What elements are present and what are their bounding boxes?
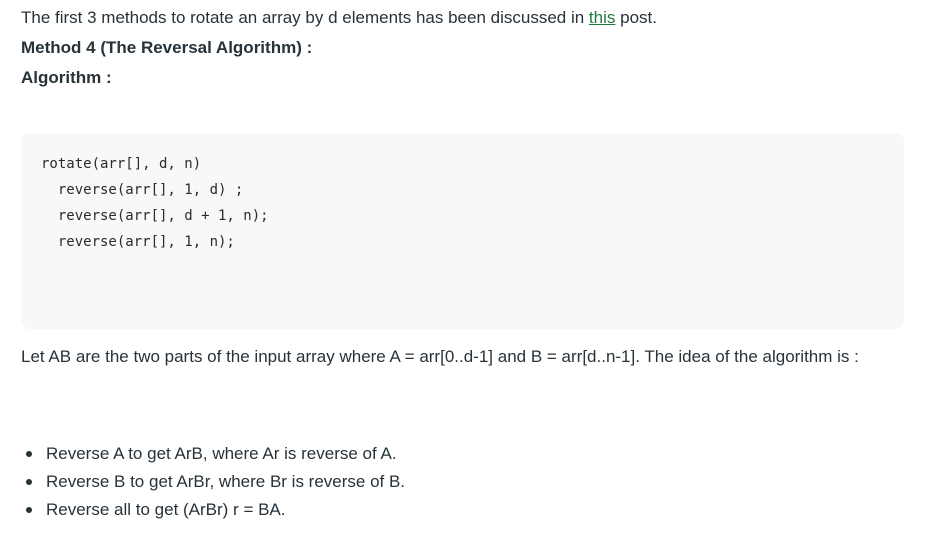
bullet-icon (26, 479, 32, 485)
code-line: reverse(arr[], 1, d) ; (41, 182, 244, 198)
steps-list: Reverse A to get ArB, where Ar is revers… (21, 440, 405, 524)
bullet-icon (26, 507, 32, 513)
list-item: Reverse B to get ArBr, where Br is rever… (21, 468, 405, 496)
list-item-text: Reverse all to get (ArBr) r = BA. (46, 500, 286, 519)
article-content: The first 3 methods to rotate an array b… (0, 0, 939, 541)
this-post-link[interactable]: this (589, 8, 615, 27)
code-line: rotate(arr[], d, n) (41, 156, 202, 172)
list-item-text: Reverse A to get ArB, where Ar is revers… (46, 444, 397, 463)
list-item: Reverse A to get ArB, where Ar is revers… (21, 440, 405, 468)
code-line: reverse(arr[], d + 1, n); (41, 208, 269, 224)
intro-sentence: The first 3 methods to rotate an array b… (21, 8, 657, 28)
intro-text-after-link: post. (615, 8, 657, 27)
bullet-icon (26, 451, 32, 457)
intro-text-before-link: The first 3 methods to rotate an array b… (21, 8, 589, 27)
method-heading: Method 4 (The Reversal Algorithm) : (21, 38, 313, 57)
list-item-text: Reverse B to get ArBr, where Br is rever… (46, 472, 406, 491)
explanation-paragraph: Let AB are the two parts of the input ar… (21, 347, 859, 366)
list-item: Reverse all to get (ArBr) r = BA. (21, 496, 405, 524)
code-line: reverse(arr[], 1, n); (41, 234, 235, 250)
code-block: rotate(arr[], d, n) reverse(arr[], 1, d)… (21, 133, 904, 329)
algorithm-heading: Algorithm : (21, 68, 112, 87)
